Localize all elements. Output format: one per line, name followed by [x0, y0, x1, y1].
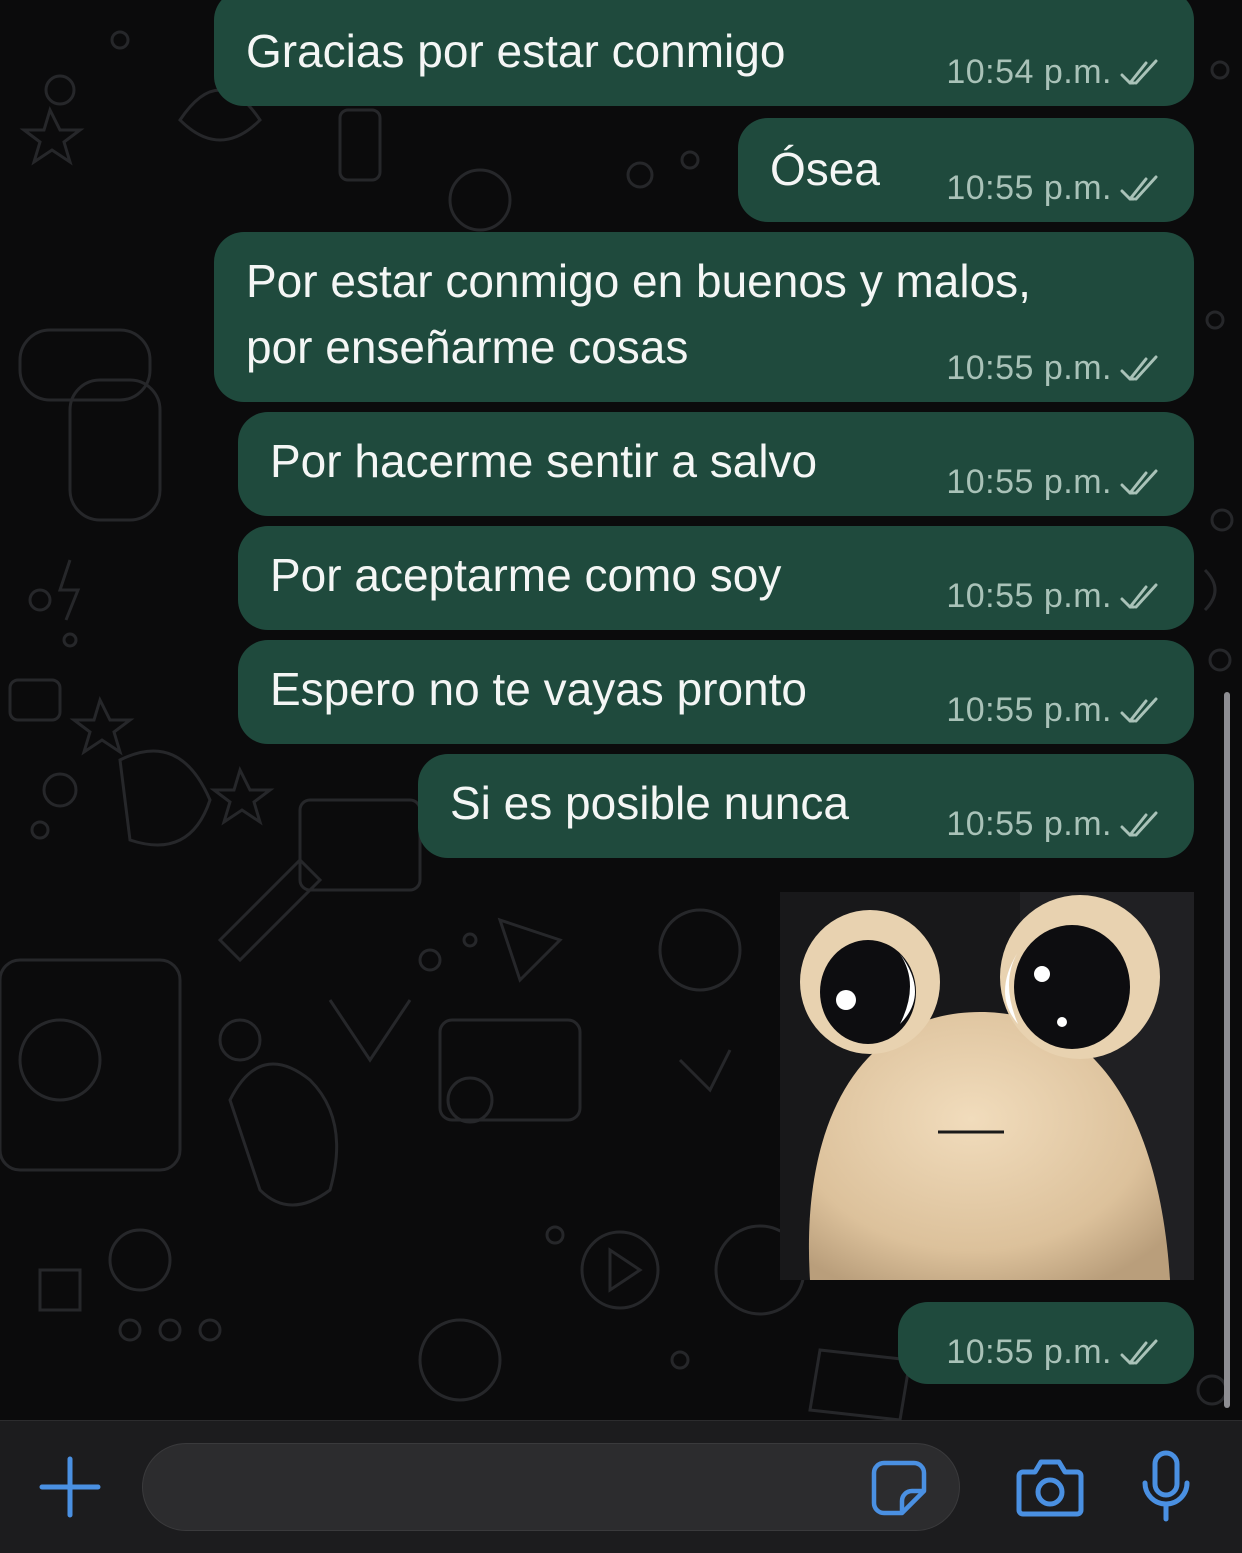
- message-time: 10:55 p.m.: [946, 169, 1112, 207]
- double-check-icon: [1120, 1339, 1158, 1364]
- sticker-icon: [871, 1460, 927, 1516]
- message-meta: 10:54 p.m.: [946, 53, 1166, 92]
- plush-toy-photo: [780, 892, 1194, 1280]
- message-bubble[interactable]: Por aceptarme como soy 10:55 p.m.: [238, 526, 1194, 630]
- scrollbar[interactable]: [1224, 692, 1230, 1408]
- message-bubble[interactable]: Por hacerme sentir a salvo 10:55 p.m.: [238, 412, 1194, 516]
- message-time: 10:55 p.m.: [946, 1333, 1112, 1371]
- camera-icon: [1016, 1459, 1084, 1517]
- message-bubble[interactable]: 10:55 p.m.: [898, 1302, 1194, 1384]
- message-meta: 10:55 p.m.: [946, 577, 1166, 616]
- message-text: Ósea: [770, 143, 880, 195]
- message-text: Gracias por estar conmigo: [246, 25, 786, 77]
- message-time: 10:55 p.m.: [946, 805, 1112, 843]
- message-time: 10:55 p.m.: [946, 577, 1112, 615]
- message-text-line-2: por enseñarme cosas: [246, 321, 689, 373]
- message-text: Espero no te vayas pronto: [270, 663, 807, 715]
- message-meta: 10:55 p.m.: [946, 691, 1166, 730]
- message-time: 10:55 p.m.: [946, 463, 1112, 501]
- message-composer-bar: [0, 1420, 1242, 1553]
- message-meta: 10:55 p.m.: [946, 805, 1166, 844]
- double-check-icon: [1120, 355, 1158, 380]
- message-meta: 10:55 p.m.: [946, 349, 1166, 388]
- double-check-icon: [1120, 583, 1158, 608]
- message-time: 10:55 p.m.: [946, 691, 1112, 729]
- chat-area[interactable]: Gracias por estar conmigo 10:54 p.m. Óse…: [0, 0, 1242, 1420]
- message-time: 10:55 p.m.: [946, 349, 1112, 387]
- message-bubble[interactable]: Por estar conmigo en buenos y malos, por…: [214, 232, 1194, 402]
- message-meta: 10:55 p.m.: [946, 1333, 1166, 1372]
- message-meta: 10:55 p.m.: [946, 463, 1166, 502]
- message-bubble[interactable]: Gracias por estar conmigo 10:54 p.m.: [214, 0, 1194, 106]
- double-check-icon: [1120, 469, 1158, 494]
- message-time: 10:54 p.m.: [946, 53, 1112, 91]
- double-check-icon: [1120, 811, 1158, 836]
- message-bubble[interactable]: Espero no te vayas pronto 10:55 p.m.: [238, 640, 1194, 744]
- sticker-button[interactable]: [867, 1456, 931, 1520]
- attach-button[interactable]: [30, 1451, 110, 1523]
- message-meta: 10:55 p.m.: [946, 169, 1166, 208]
- message-bubble[interactable]: Si es posible nunca 10:55 p.m.: [418, 754, 1194, 858]
- message-input[interactable]: [142, 1443, 960, 1531]
- camera-button[interactable]: [1010, 1451, 1090, 1523]
- message-text: Por hacerme sentir a salvo: [270, 435, 818, 487]
- message-text: Si es posible nunca: [450, 777, 849, 829]
- message-text-line-1: Por estar conmigo en buenos y malos,: [246, 255, 1031, 307]
- photo-message-image[interactable]: [780, 892, 1194, 1280]
- microphone-icon: [1142, 1450, 1190, 1522]
- plus-icon: [39, 1456, 101, 1518]
- message-text: Por aceptarme como soy: [270, 549, 782, 601]
- double-check-icon: [1120, 59, 1158, 84]
- double-check-icon: [1120, 175, 1158, 200]
- voice-message-button[interactable]: [1130, 1447, 1202, 1527]
- message-bubble[interactable]: Ósea 10:55 p.m.: [738, 118, 1194, 222]
- double-check-icon: [1120, 697, 1158, 722]
